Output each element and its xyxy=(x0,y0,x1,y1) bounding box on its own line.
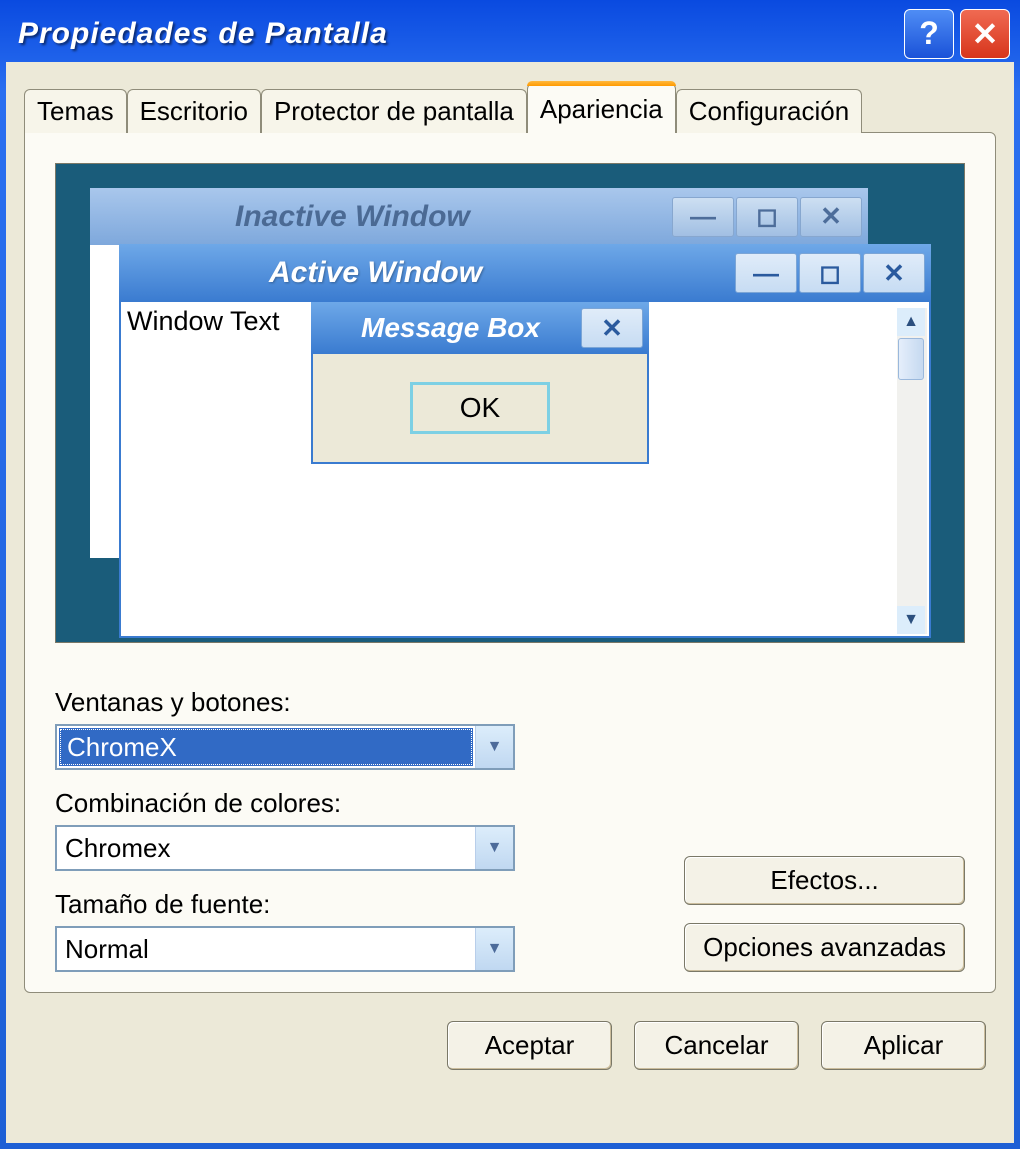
preview-active-controls: — ◻ ✕ xyxy=(735,253,925,293)
titlebar-buttons: ? ✕ xyxy=(904,9,1010,59)
titlebar: Propiedades de Pantalla ? ✕ xyxy=(6,6,1014,61)
scroll-down-icon: ▼ xyxy=(897,606,925,634)
close-icon: ✕ xyxy=(972,15,999,53)
preview-messagebox-titlebar: Message Box ✕ xyxy=(311,302,649,354)
effects-button[interactable]: Efectos... xyxy=(684,856,965,905)
minimize-icon: — xyxy=(672,197,734,237)
font-size-label: Tamaño de fuente: xyxy=(55,889,664,920)
help-button[interactable]: ? xyxy=(904,9,954,59)
appearance-form: Ventanas y botones: ChromeX ▼ Combinació… xyxy=(55,669,965,972)
windows-buttons-select[interactable]: ChromeX ▼ xyxy=(55,724,515,770)
preview-inactive-title-text: Inactive Window xyxy=(235,200,470,234)
close-icon: ✕ xyxy=(863,253,925,293)
tab-appearance[interactable]: Apariencia xyxy=(527,83,676,133)
form-left-column: Ventanas y botones: ChromeX ▼ Combinació… xyxy=(55,669,664,972)
preview-window-text: Window Text xyxy=(127,306,280,337)
tab-label: Configuración xyxy=(689,96,849,126)
form-right-column: Efectos... Opciones avanzadas xyxy=(684,856,965,972)
maximize-icon: ◻ xyxy=(799,253,861,293)
color-scheme-label: Combinación de colores: xyxy=(55,788,664,819)
preview-messagebox-title-text: Message Box xyxy=(361,312,540,344)
preview-messagebox-body: OK xyxy=(313,354,647,462)
ok-button[interactable]: Aceptar xyxy=(447,1021,612,1070)
cancel-button[interactable]: Cancelar xyxy=(634,1021,799,1070)
close-icon: ✕ xyxy=(800,197,862,237)
tab-settings[interactable]: Configuración xyxy=(676,89,862,133)
preview-ok-button: OK xyxy=(410,382,550,434)
advanced-options-button[interactable]: Opciones avanzadas xyxy=(684,923,965,972)
chevron-down-icon: ▼ xyxy=(475,726,513,768)
dialog-window: Propiedades de Pantalla ? ✕ Temas Escrit… xyxy=(0,0,1020,1149)
select-value: ChromeX xyxy=(59,728,473,766)
tab-label: Temas xyxy=(37,96,114,126)
color-scheme-select[interactable]: Chromex ▼ xyxy=(55,825,515,871)
tab-screensaver[interactable]: Protector de pantalla xyxy=(261,89,527,133)
close-icon: ✕ xyxy=(581,308,643,348)
help-icon: ? xyxy=(919,15,939,52)
chevron-down-icon: ▼ xyxy=(475,928,513,970)
scroll-up-icon: ▲ xyxy=(897,308,925,336)
close-button[interactable]: ✕ xyxy=(960,9,1010,59)
chevron-down-icon: ▼ xyxy=(475,827,513,869)
preview-message-box: Message Box ✕ OK xyxy=(311,302,649,464)
preview-active-window: Active Window — ◻ ✕ Window Text ▲ ▼ xyxy=(119,246,931,638)
scroll-thumb xyxy=(898,338,924,380)
tab-panel-appearance: Inactive Window — ◻ ✕ Active Window — xyxy=(24,132,996,993)
preview-inactive-controls: — ◻ ✕ xyxy=(672,197,862,237)
tab-label: Escritorio xyxy=(140,96,248,126)
select-value: Chromex xyxy=(57,827,475,869)
tab-strip: Temas Escritorio Protector de pantalla A… xyxy=(24,82,996,132)
dialog-button-row: Aceptar Cancelar Aplicar xyxy=(24,1021,996,1070)
dialog-body: Temas Escritorio Protector de pantalla A… xyxy=(6,62,1014,1143)
tab-desktop[interactable]: Escritorio xyxy=(127,89,261,133)
windows-buttons-label: Ventanas y botones: xyxy=(55,687,664,718)
tab-label: Apariencia xyxy=(540,94,663,124)
tab-themes[interactable]: Temas xyxy=(24,89,127,133)
minimize-icon: — xyxy=(735,253,797,293)
preview-active-titlebar: Active Window — ◻ ✕ xyxy=(119,244,931,302)
apply-button[interactable]: Aplicar xyxy=(821,1021,986,1070)
select-value: Normal xyxy=(57,928,475,970)
preview-inactive-titlebar: Inactive Window — ◻ ✕ xyxy=(90,188,868,245)
preview-active-title-text: Active Window xyxy=(269,256,482,290)
tab-label: Protector de pantalla xyxy=(274,96,514,126)
window-title: Propiedades de Pantalla xyxy=(18,17,388,51)
appearance-preview: Inactive Window — ◻ ✕ Active Window — xyxy=(55,163,965,643)
font-size-select[interactable]: Normal ▼ xyxy=(55,926,515,972)
maximize-icon: ◻ xyxy=(736,197,798,237)
preview-scrollbar: ▲ ▼ xyxy=(897,308,927,634)
